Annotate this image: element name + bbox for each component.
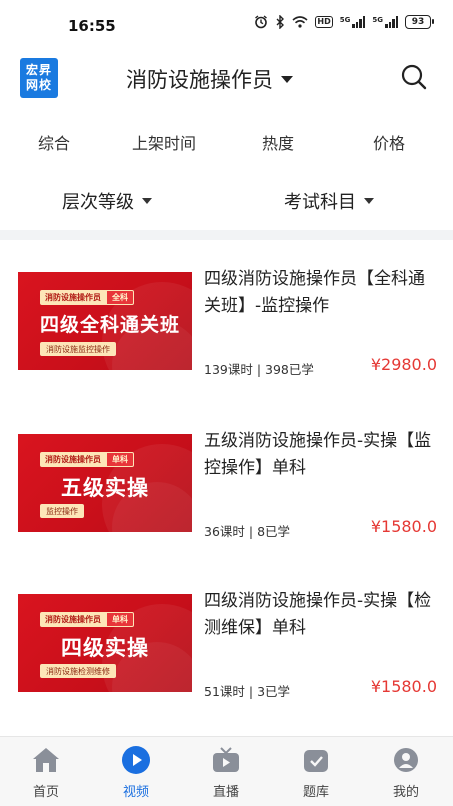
thumbnail-title: 四级实操 <box>61 636 149 660</box>
thumbnail-title: 五级实操 <box>61 476 149 500</box>
course-price: ¥1580.0 <box>370 517 437 536</box>
status-time: 16:55 <box>68 17 116 35</box>
course-price: ¥1580.0 <box>370 677 437 696</box>
filter-level[interactable]: 层次等级 <box>62 188 152 214</box>
search-button[interactable] <box>399 62 429 92</box>
battery-icon: 93 <box>405 15 434 29</box>
video-play-icon <box>121 745 151 775</box>
nav-video-label: 视频 <box>122 785 149 800</box>
course-thumbnail[interactable]: 消防设施操作员 单科 五级实操 监控操作 <box>18 434 192 532</box>
live-tv-icon <box>211 745 241 775</box>
chevron-down-icon <box>142 198 152 204</box>
question-bank-icon <box>301 745 331 775</box>
course-meta: 36课时 | 8已学 <box>204 524 291 539</box>
course-meta: 51课时 | 3已学 <box>204 684 291 699</box>
thumbnail-subtitle: 消防设施监控操作 <box>40 342 116 356</box>
tab-price[interactable]: 价格 <box>373 130 405 154</box>
nav-question-bank[interactable]: 题库 <box>286 745 346 800</box>
nav-profile[interactable]: 我的 <box>376 745 436 800</box>
divider <box>0 230 453 240</box>
nav-video[interactable]: 视频 <box>106 745 166 800</box>
filter-bar: 层次等级 考试科目 <box>0 176 453 226</box>
page-title: 消防设施操作员 <box>126 68 273 92</box>
filter-subject[interactable]: 考试科目 <box>284 188 374 214</box>
nav-live[interactable]: 直播 <box>196 745 256 800</box>
filter-subject-label: 考试科目 <box>284 192 356 213</box>
logo-text-bottom: 网校 <box>25 78 52 92</box>
search-icon <box>401 64 427 90</box>
bluetooth-icon <box>275 15 285 29</box>
course-thumbnail[interactable]: 消防设施操作员 单科 四级实操 消防设施检测维修 <box>18 594 192 692</box>
nav-profile-label: 我的 <box>392 785 419 800</box>
thumbnail-tag: 消防设施操作员 单科 <box>40 612 134 627</box>
category-selector[interactable]: 消防设施操作员 <box>126 64 293 94</box>
hd-icon: HD <box>315 16 333 28</box>
thumbnail-subtitle: 监控操作 <box>40 504 84 518</box>
thumbnail-subtitle: 消防设施检测维修 <box>40 664 116 678</box>
status-bar: 16:55 HD 5G 5G 93 <box>0 0 453 48</box>
signal-icon-2: 5G <box>372 16 398 28</box>
course-item[interactable]: 消防设施操作员 全科 四级全科通关班 消防设施监控操作 四级消防设施操作员【全科… <box>0 262 453 392</box>
thumbnail-tag: 消防设施操作员 全科 <box>40 290 134 305</box>
course-price: ¥2980.0 <box>370 355 437 374</box>
app-logo[interactable]: 宏昇 网校 <box>20 58 58 98</box>
bottom-nav: 首页 视频 直播 题库 我的 <box>0 736 453 806</box>
chevron-down-icon <box>281 75 293 83</box>
wifi-icon <box>292 16 308 28</box>
chevron-down-icon <box>364 198 374 204</box>
nav-live-label: 直播 <box>212 785 239 800</box>
course-meta: 139课时 | 398已学 <box>204 362 314 377</box>
status-icons: HD 5G 5G 93 <box>254 15 434 29</box>
nav-home[interactable]: 首页 <box>16 745 76 800</box>
nav-question-bank-label: 题库 <box>302 785 329 800</box>
tab-popularity[interactable]: 热度 <box>262 130 294 154</box>
course-thumbnail[interactable]: 消防设施操作员 全科 四级全科通关班 消防设施监控操作 <box>18 272 192 370</box>
signal-icon-1: 5G <box>340 16 366 28</box>
course-item[interactable]: 消防设施操作员 单科 五级实操 监控操作 五级消防设施操作员-实操【监控操作】单… <box>0 424 453 554</box>
alarm-icon <box>254 15 268 29</box>
nav-home-label: 首页 <box>32 785 59 800</box>
tab-listing-time[interactable]: 上架时间 <box>132 130 196 154</box>
thumbnail-title: 四级全科通关班 <box>40 314 181 336</box>
logo-text-top: 宏昇 <box>25 63 52 77</box>
course-title[interactable]: 四级消防设施操作员-实操【检测维保】单科 <box>204 588 440 642</box>
course-title[interactable]: 四级消防设施操作员【全科通关班】-监控操作 <box>204 266 440 320</box>
course-title[interactable]: 五级消防设施操作员-实操【监控操作】单科 <box>204 428 440 482</box>
header: 宏昇 网校 消防设施操作员 <box>0 52 453 104</box>
profile-icon <box>391 745 421 775</box>
home-icon <box>31 745 61 775</box>
thumbnail-tag: 消防设施操作员 单科 <box>40 452 134 467</box>
filter-level-label: 层次等级 <box>62 192 134 213</box>
course-item[interactable]: 消防设施操作员 单科 四级实操 消防设施检测维修 四级消防设施操作员-实操【检测… <box>0 584 453 714</box>
sort-tabs: 综合 上架时间 热度 价格 <box>0 120 453 160</box>
tab-comprehensive[interactable]: 综合 <box>38 130 70 154</box>
